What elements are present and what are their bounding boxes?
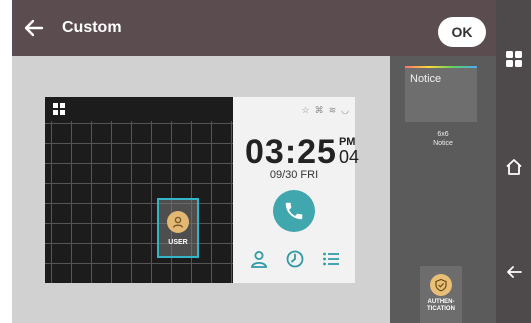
- nav-home-button[interactable]: [496, 152, 531, 182]
- signal-icon: ⌘: [314, 105, 324, 115]
- shield-check-icon: [430, 274, 452, 296]
- nav-apps-button[interactable]: [496, 44, 531, 74]
- clock-icon[interactable]: [285, 249, 305, 269]
- user-icon: [167, 210, 189, 233]
- widget-grid[interactable]: USER: [45, 97, 233, 283]
- custom-editor: Custom OK USER ☆ ⌘ ≋ ◡ 03:25 PM 04 09/30…: [12, 0, 496, 323]
- notice-card-label: Notice: [410, 73, 442, 85]
- clock-seconds: 04: [338, 147, 359, 167]
- left-margin: [0, 0, 12, 323]
- phone-icon: [285, 202, 303, 220]
- auth-label-line2: TICATION: [427, 306, 455, 312]
- notice-size-label: 6x6: [437, 131, 449, 138]
- ok-button[interactable]: OK: [438, 17, 486, 47]
- date-label: 09/30 FRI: [269, 169, 319, 181]
- status-bar: ☆ ⌘ ≋ ◡: [302, 105, 349, 116]
- system-nav-bar: [496, 0, 531, 323]
- list-icon[interactable]: [321, 249, 341, 269]
- widget-palette: Notice 6x6 Notice AUTHEN- TICATION: [390, 56, 496, 323]
- header-bar: Custom OK: [12, 0, 496, 56]
- star-icon: ☆: [301, 105, 310, 115]
- authentication-widget[interactable]: AUTHEN- TICATION: [420, 266, 462, 323]
- apps-grid-icon: [53, 103, 65, 115]
- authentication-label: AUTHEN- TICATION: [427, 299, 455, 313]
- nav-back-button[interactable]: [496, 257, 531, 287]
- bottom-action-bar: [249, 249, 341, 269]
- back-button[interactable]: [20, 14, 56, 42]
- page-title: Custom: [62, 19, 122, 36]
- clock-time: 03:25: [245, 133, 337, 171]
- back-icon: [506, 266, 522, 278]
- notice-widget-thumbnail[interactable]: Notice: [405, 66, 477, 122]
- notice-name-label: Notice: [433, 140, 453, 147]
- apps-grid-icon: [505, 51, 522, 67]
- grid-topbar: [45, 97, 233, 121]
- nfc-icon: ◡: [341, 105, 349, 115]
- call-button[interactable]: [273, 190, 315, 232]
- clock: 03:25 PM 04: [245, 135, 359, 169]
- user-icon[interactable]: [249, 249, 269, 269]
- layout-canvas: USER ☆ ⌘ ≋ ◡ 03:25 PM 04 09/30 FRI: [12, 56, 390, 323]
- notice-widget-caption: 6x6 Notice: [390, 130, 496, 148]
- auth-label-line1: AUTHEN-: [427, 299, 455, 305]
- home-icon: [505, 159, 522, 175]
- user-widget-tile[interactable]: USER: [157, 198, 199, 258]
- home-screen-preview: ☆ ⌘ ≋ ◡ 03:25 PM 04 09/30 FRI: [233, 97, 359, 283]
- screen-preview: USER ☆ ⌘ ≋ ◡ 03:25 PM 04 09/30 FRI: [45, 97, 359, 283]
- wifi-icon: ≋: [328, 105, 337, 115]
- arrow-left-icon: [24, 19, 44, 37]
- user-tile-label: USER: [168, 238, 188, 246]
